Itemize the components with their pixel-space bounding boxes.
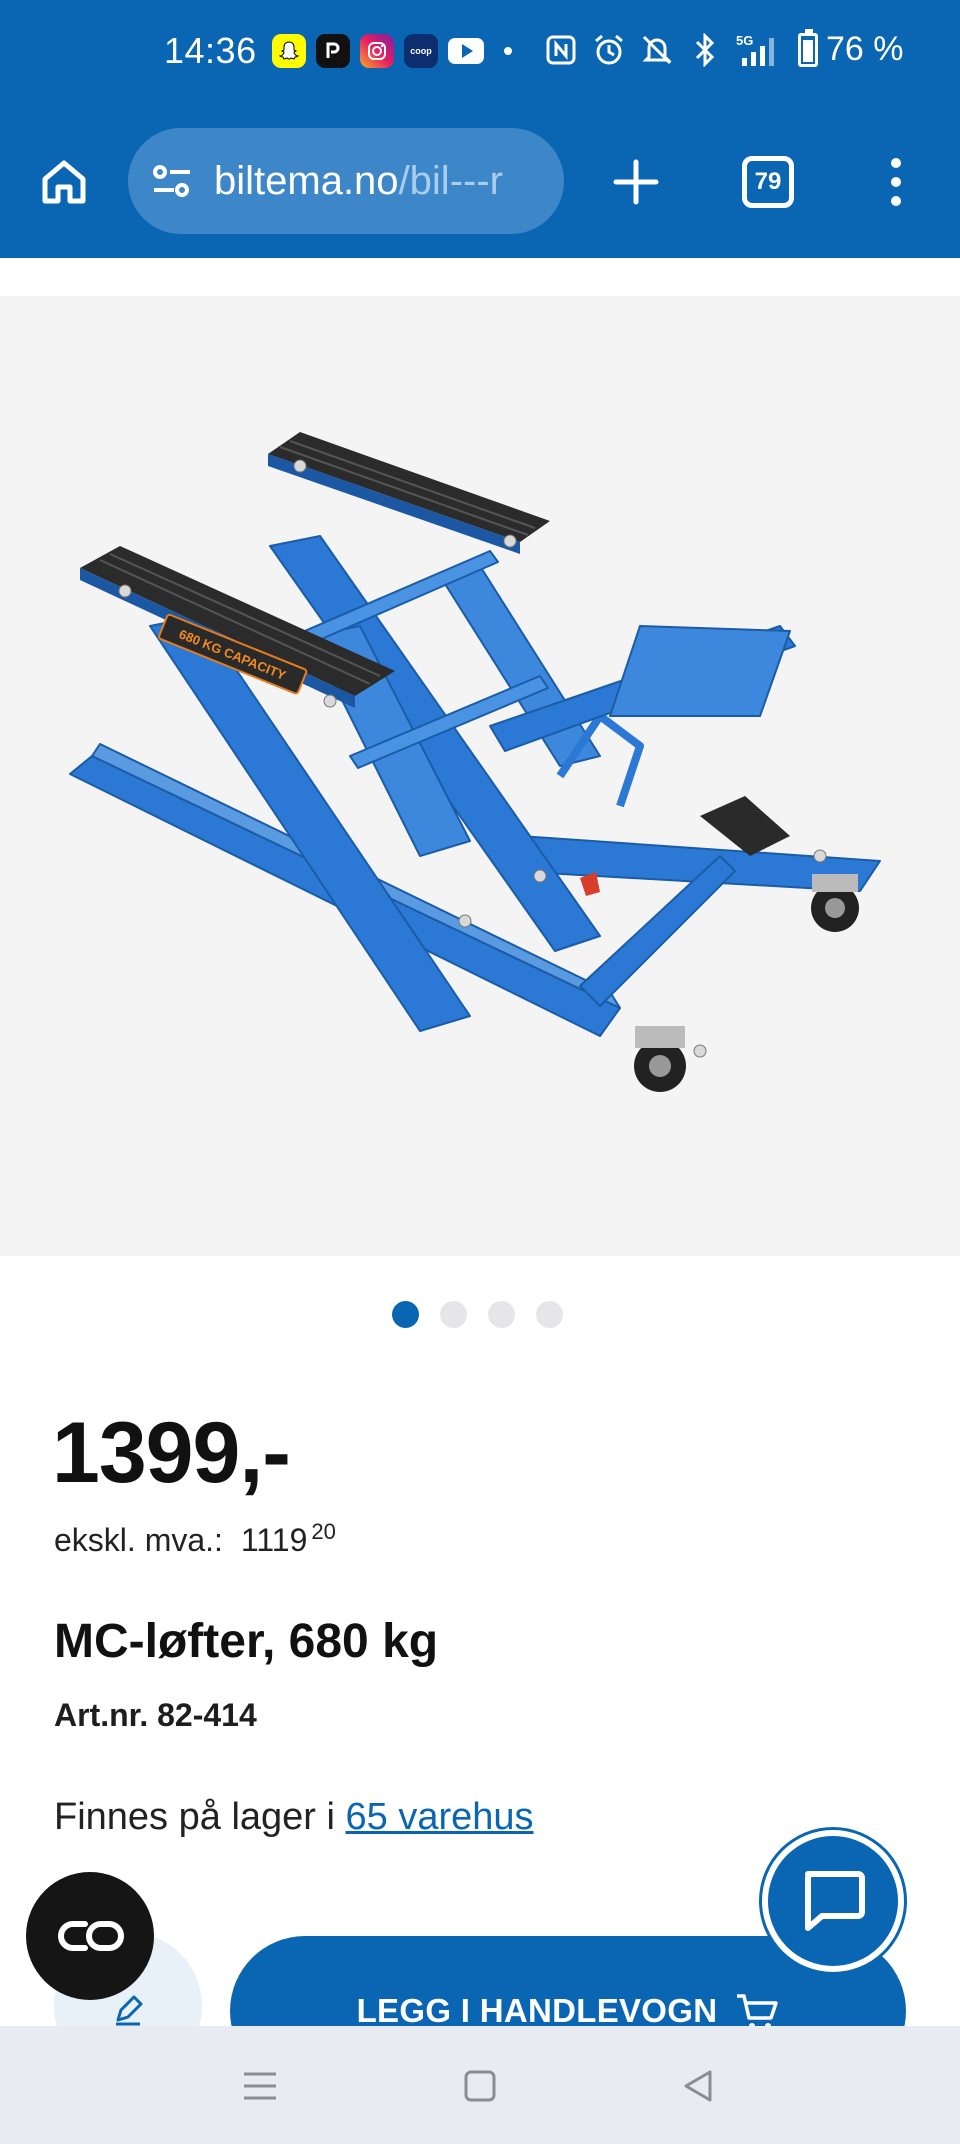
new-tab-button[interactable] bbox=[608, 154, 664, 210]
price: 1399,- bbox=[52, 1405, 291, 1501]
battery-indicator: 76 % bbox=[798, 28, 904, 69]
vat-value: 1119 bbox=[240, 1522, 308, 1558]
browser-toolbar: biltema.no/bil---r 79 bbox=[0, 110, 960, 368]
chat-bubble-icon bbox=[805, 1871, 865, 1931]
recents-button[interactable] bbox=[236, 2062, 284, 2110]
home-nav-icon bbox=[464, 2070, 496, 2102]
battery-percent: 76 % bbox=[826, 30, 904, 68]
vat-label: ekskl. mva.: bbox=[54, 1522, 223, 1558]
system-icons: 5G 76 % bbox=[544, 28, 904, 69]
stock-info: Finnes på lager i 65 varehus bbox=[54, 1796, 534, 1839]
back-button[interactable] bbox=[674, 2062, 722, 2110]
carousel-dot[interactable] bbox=[488, 1301, 515, 1328]
battery-fill bbox=[803, 40, 813, 62]
vat-decimals: 20 bbox=[311, 1519, 336, 1544]
nav-home-button[interactable] bbox=[456, 2062, 504, 2110]
notification-icons: coop bbox=[272, 34, 512, 68]
tune-icon[interactable] bbox=[150, 159, 194, 203]
status-time: 14:36 bbox=[164, 30, 257, 71]
url-path: /bil---r bbox=[398, 158, 503, 203]
back-icon bbox=[684, 2070, 712, 2102]
more-vert-icon[interactable] bbox=[880, 154, 912, 210]
mute-icon bbox=[640, 33, 674, 67]
instagram-icon bbox=[360, 34, 394, 68]
motorcycle-lift-illustration: 680 KG CAPACITY bbox=[69, 432, 881, 1092]
battery-icon bbox=[798, 28, 818, 67]
nfc-icon bbox=[544, 33, 578, 67]
alarm-icon bbox=[592, 33, 626, 67]
stock-prefix: Finnes på lager i bbox=[54, 1796, 346, 1838]
article-number: Art.nr. 82-414 bbox=[54, 1697, 257, 1733]
more-notifications-dot bbox=[504, 47, 512, 55]
stock-stores-link[interactable]: 65 varehus bbox=[346, 1796, 534, 1838]
price-ex-vat: ekskl. mva.: 1119 20 bbox=[54, 1519, 336, 1559]
carousel-dot[interactable] bbox=[392, 1301, 419, 1328]
plus-icon bbox=[613, 159, 659, 205]
cookie-toggle-icon bbox=[58, 1921, 124, 1951]
address-bar[interactable]: biltema.no/bil---r bbox=[128, 128, 564, 234]
recents-icon bbox=[244, 2072, 276, 2100]
carousel-dot[interactable] bbox=[536, 1301, 563, 1328]
home-icon bbox=[42, 160, 86, 204]
coop-icon: coop bbox=[404, 34, 438, 68]
pencil-icon bbox=[116, 1995, 143, 2026]
tabs-button[interactable]: 79 bbox=[742, 156, 794, 208]
cookie-settings-button[interactable] bbox=[26, 1872, 154, 2000]
home-button[interactable] bbox=[36, 154, 92, 210]
product-image[interactable]: 680 KG CAPACITY bbox=[0, 296, 960, 1256]
carousel-dots bbox=[392, 1301, 563, 1328]
tab-count: 79 bbox=[754, 168, 782, 195]
add-to-cart-label: LEGG I HANDLEVOGN bbox=[356, 1992, 718, 2029]
system-nav-bar bbox=[0, 2026, 960, 2144]
network-type: 5G bbox=[736, 33, 753, 48]
p-app-icon bbox=[316, 34, 350, 68]
url-host: biltema.no bbox=[214, 158, 399, 203]
youtube-icon bbox=[448, 38, 484, 64]
carousel-dot[interactable] bbox=[440, 1301, 467, 1328]
product-title: MC-løfter, 680 kg bbox=[54, 1615, 439, 1668]
signal-icon: 5G bbox=[736, 33, 784, 67]
bluetooth-icon bbox=[688, 32, 722, 67]
chat-button[interactable] bbox=[762, 1830, 904, 1972]
status-bar: 14:36 coop 5G 76 % bbox=[0, 0, 960, 110]
snapchat-icon bbox=[272, 34, 306, 68]
page: 14:36 coop 5G 76 % biltema.no /bil---r 7… bbox=[0, 0, 960, 2144]
